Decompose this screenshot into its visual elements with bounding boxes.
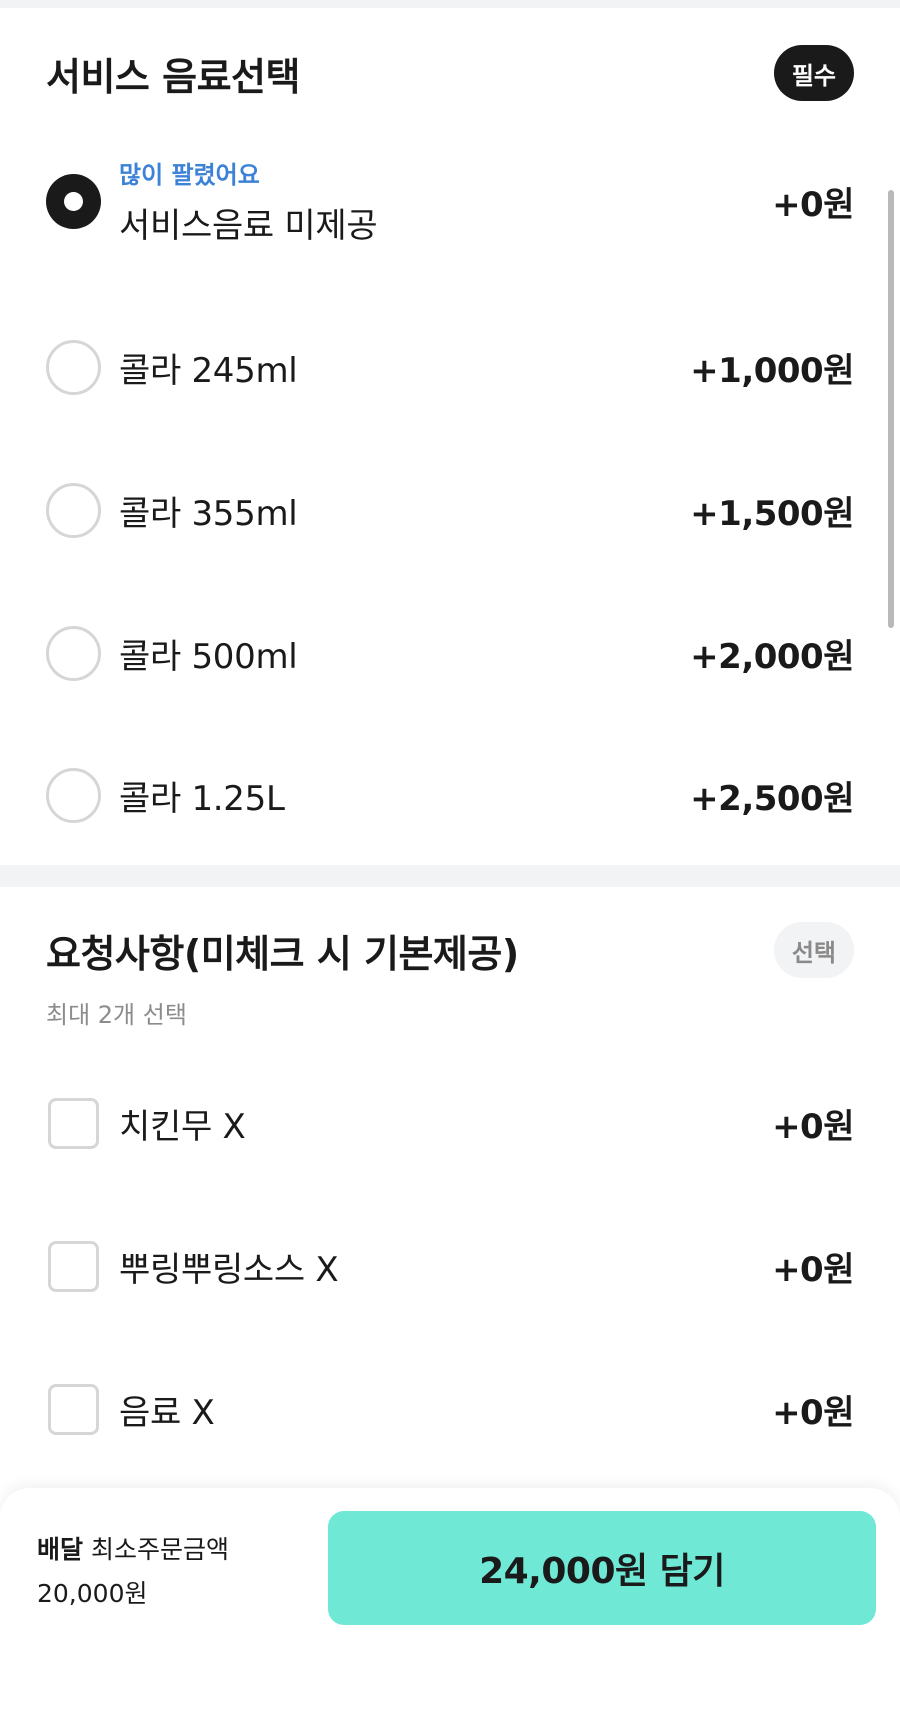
option-price: +1,000원 (690, 351, 854, 391)
best-seller-tag: 많이 팔렸어요 (119, 161, 260, 189)
request-section-subtitle: 최대 2개 선택 (46, 1001, 187, 1029)
radio-icon[interactable] (46, 483, 101, 538)
drink-section-header: 서비스 음료선택 필수 (46, 8, 854, 103)
request-option-no-sauce[interactable]: 뿌링뿌링소스 X +0원 (46, 1195, 854, 1338)
option-label: 서비스음료 미제공 (119, 206, 378, 246)
checkbox-icon[interactable] (48, 1384, 99, 1435)
top-divider (0, 0, 900, 8)
option-text: 콜라 500ml (119, 629, 298, 678)
option-price: +0원 (772, 184, 854, 225)
option-left: 뿌링뿌링소스 X (46, 1241, 339, 1292)
option-left: 콜라 500ml (46, 626, 298, 681)
option-text: 콜라 355ml (119, 486, 298, 535)
option-price: +2,000원 (690, 637, 854, 677)
drink-option-cola-500[interactable]: 콜라 500ml +2,000원 (46, 582, 854, 725)
request-option-no-drink[interactable]: 음료 X +0원 (46, 1338, 854, 1481)
section-divider (0, 865, 900, 887)
checkbox-icon[interactable] (48, 1098, 99, 1149)
option-sheet: 서비스 음료선택 필수 많이 팔렸어요 서비스음료 미제공 +0원 콜라 245… (0, 0, 900, 1726)
option-left: 콜라 245ml (46, 340, 298, 395)
option-text: 음료 X (119, 1385, 215, 1434)
request-section-header: 요청사항(미체크 시 기본제공) 선택 (46, 887, 854, 979)
request-option-no-radish[interactable]: 치킨무 X +0원 (46, 1052, 854, 1195)
option-left: 콜라 355ml (46, 483, 298, 538)
required-badge: 필수 (773, 45, 854, 101)
optional-badge: 선택 (773, 922, 854, 978)
option-price: +0원 (772, 1107, 854, 1147)
drink-option-cola-125[interactable]: 콜라 1.25L +2,500원 (46, 725, 854, 865)
drink-option-cola-355[interactable]: 콜라 355ml +1,500원 (46, 439, 854, 582)
option-price: +1,500원 (690, 494, 854, 534)
drink-option-none[interactable]: 많이 팔렸어요 서비스음료 미제공 +0원 (46, 106, 854, 296)
min-order-label: 최소주문금액 (90, 1535, 229, 1564)
option-text: 콜라 245ml (119, 343, 298, 392)
option-text: 많이 팔렸어요 서비스음료 미제공 (119, 155, 378, 247)
min-order-info: 배달 최소주문금액 20,000원 (37, 1528, 229, 1616)
option-text: 치킨무 X (119, 1099, 246, 1148)
radio-icon[interactable] (46, 340, 101, 395)
option-text: 뿌링뿌링소스 X (119, 1242, 339, 1291)
option-text: 콜라 1.25L (119, 771, 285, 820)
option-label: 콜라 500ml (119, 637, 298, 677)
option-price: +2,500원 (690, 778, 854, 819)
drink-section-title: 서비스 음료선택 (46, 54, 300, 99)
option-label: 음료 X (119, 1393, 215, 1433)
option-label: 뿌링뿌링소스 X (119, 1250, 339, 1290)
option-left: 많이 팔렸어요 서비스음료 미제공 (46, 155, 378, 247)
option-price: +0원 (772, 1250, 854, 1290)
option-label: 콜라 245ml (119, 351, 298, 391)
add-to-cart-button[interactable]: 24,000원 담기 (328, 1511, 876, 1625)
option-label: 치킨무 X (119, 1107, 246, 1147)
radio-icon[interactable] (46, 767, 101, 823)
bottom-bar: 배달 최소주문금액 20,000원 24,000원 담기 (0, 1488, 900, 1726)
min-order-line: 배달 최소주문금액 (37, 1528, 229, 1572)
scrollbar[interactable] (888, 190, 894, 628)
delivery-label: 배달 (37, 1535, 84, 1564)
checkbox-icon[interactable] (48, 1241, 99, 1292)
option-left: 음료 X (46, 1384, 215, 1435)
radio-checked-icon[interactable] (46, 173, 101, 229)
drink-section: 서비스 음료선택 필수 많이 팔렸어요 서비스음료 미제공 +0원 콜라 245… (0, 8, 900, 865)
option-left: 콜라 1.25L (46, 767, 285, 823)
request-section-title: 요청사항(미체크 시 기본제공) (46, 931, 519, 976)
option-label: 콜라 355ml (119, 494, 298, 534)
option-price: +0원 (772, 1393, 854, 1433)
option-label: 콜라 1.25L (119, 778, 285, 819)
option-left: 치킨무 X (46, 1098, 246, 1149)
radio-icon[interactable] (46, 626, 101, 681)
request-section: 요청사항(미체크 시 기본제공) 선택 최대 2개 선택 치킨무 X +0원 뿌… (0, 887, 900, 1481)
drink-option-cola-245[interactable]: 콜라 245ml +1,000원 (46, 296, 854, 439)
min-order-value: 20,000원 (37, 1579, 148, 1608)
